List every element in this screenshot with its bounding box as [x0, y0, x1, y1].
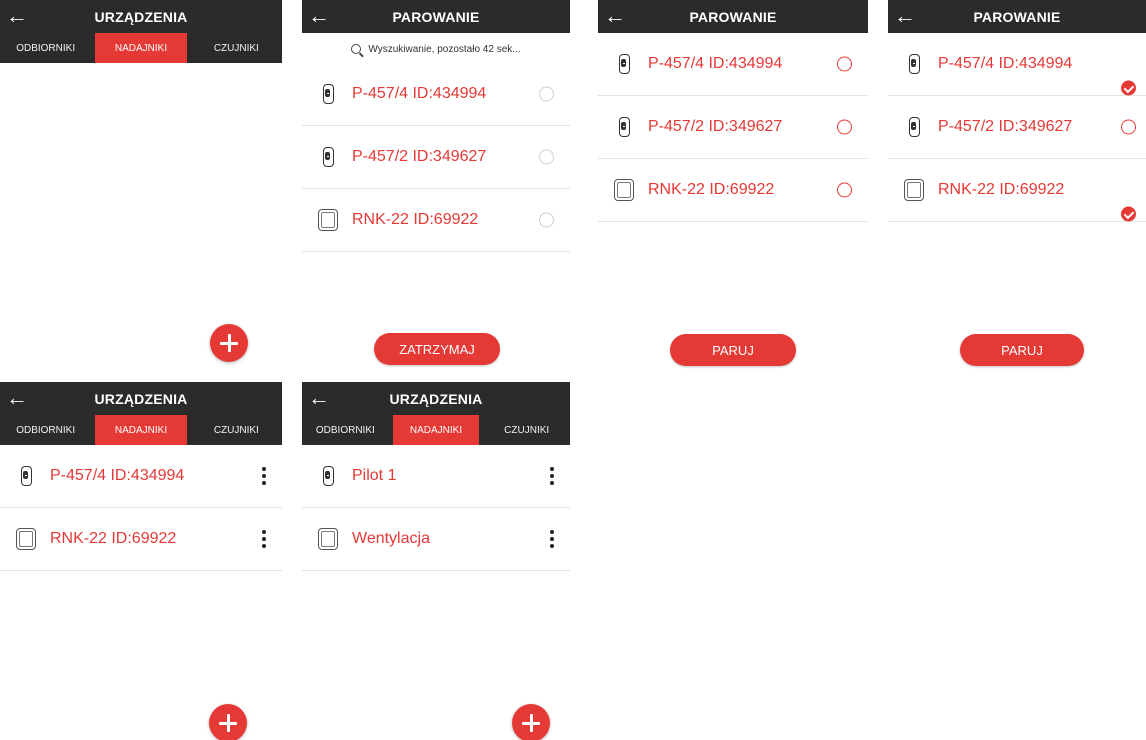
top-bar: ← URZĄDZENIA [0, 0, 282, 33]
device-label: RNK-22 ID:69922 [352, 211, 479, 228]
list-item[interactable]: P-457/4 ID:434994 [598, 33, 868, 96]
remote-control-icon [618, 117, 630, 137]
device-label: P-457/4 ID:434994 [938, 55, 1073, 72]
back-arrow-icon[interactable]: ← [894, 2, 916, 30]
stop-button[interactable]: ZATRZYMAJ [374, 333, 500, 365]
page-title: PAROWANIE [689, 8, 777, 25]
checked-icon[interactable] [1121, 80, 1136, 95]
tab-receivers[interactable]: ODBIORNIKI [0, 33, 91, 63]
list-item[interactable]: P-457/2 ID:349627 [888, 96, 1146, 159]
devices-screen-paired: ← URZĄDZENIA ODBIORNIKI NADAJNIKI CZUJNI… [0, 382, 282, 740]
tab-sensors[interactable]: CZUJNIKI [191, 415, 282, 445]
list-item[interactable]: Wentylacja [302, 508, 570, 571]
top-bar: ← PAROWANIE [302, 0, 570, 33]
add-device-button[interactable] [210, 324, 248, 362]
select-radio[interactable] [539, 149, 554, 165]
back-arrow-icon[interactable]: ← [308, 2, 330, 30]
list-item[interactable]: RNK-22 ID:69922 [888, 159, 1146, 222]
box-device-icon [16, 528, 36, 550]
remote-control-icon [908, 117, 920, 137]
back-arrow-icon[interactable]: ← [604, 2, 626, 30]
select-radio[interactable] [837, 119, 852, 135]
tab-transmitters[interactable]: NADAJNIKI [392, 415, 480, 445]
list-item[interactable]: RNK-22 ID:69922 [302, 189, 570, 252]
remote-control-icon [618, 54, 630, 74]
tab-sensors[interactable]: CZUJNIKI [483, 415, 570, 445]
back-arrow-icon[interactable]: ← [6, 384, 28, 412]
list-item[interactable]: P-457/2 ID:349627 [302, 126, 570, 189]
box-device-icon [318, 528, 338, 550]
top-bar: ← PAROWANIE [888, 0, 1146, 33]
pairing-screen-results: ← PAROWANIE P-457/4 ID:434994 P-457/2 ID… [598, 0, 868, 376]
remote-control-icon [322, 147, 334, 167]
device-label: P-457/4 ID:434994 [50, 467, 185, 484]
top-bar: ← URZĄDZENIA [0, 382, 282, 415]
tab-transmitters[interactable]: NADAJNIKI [95, 415, 187, 445]
device-label: RNK-22 ID:69922 [648, 181, 775, 198]
page-title: PAROWANIE [392, 8, 480, 25]
tab-bar: ODBIORNIKI NADAJNIKI CZUJNIKI [0, 33, 282, 63]
select-radio[interactable] [837, 56, 852, 72]
device-label: Pilot 1 [352, 467, 397, 484]
more-vertical-icon[interactable] [550, 467, 554, 485]
box-device-icon [904, 179, 924, 201]
device-label: P-457/2 ID:349627 [938, 118, 1073, 135]
box-device-icon [614, 179, 634, 201]
top-bar: ← PAROWANIE [598, 0, 868, 33]
device-label: P-457/4 ID:434994 [648, 55, 783, 72]
select-radio[interactable] [539, 86, 554, 102]
pair-button[interactable]: PARUJ [670, 334, 796, 366]
device-label: P-457/4 ID:434994 [352, 85, 487, 102]
pairing-screen-searching: ← PAROWANIE Wyszukiwanie, pozostało 42 s… [302, 0, 570, 376]
back-arrow-icon[interactable]: ← [308, 384, 330, 412]
search-icon [351, 44, 362, 54]
page-title: URZĄDZENIA [389, 390, 483, 407]
tab-bar: ODBIORNIKI NADAJNIKI CZUJNIKI [0, 415, 282, 445]
device-label: P-457/2 ID:349627 [352, 148, 487, 165]
search-status: Wyszukiwanie, pozostało 42 sek... [302, 35, 570, 63]
list-item[interactable]: RNK-22 ID:69922 [598, 159, 868, 222]
device-label: P-457/2 ID:349627 [648, 118, 783, 135]
device-label: RNK-22 ID:69922 [50, 530, 177, 547]
checked-icon[interactable] [1121, 206, 1136, 221]
remote-control-icon [322, 466, 334, 486]
remote-control-icon [20, 466, 32, 486]
add-device-button[interactable] [512, 704, 550, 740]
select-radio[interactable] [539, 212, 554, 228]
box-device-icon [318, 209, 338, 231]
page-title: URZĄDZENIA [94, 8, 188, 25]
list-item[interactable]: P-457/4 ID:434994 [888, 33, 1146, 96]
devices-screen-renamed: ← URZĄDZENIA ODBIORNIKI NADAJNIKI CZUJNI… [302, 382, 570, 740]
list-item[interactable]: P-457/2 ID:349627 [598, 96, 868, 159]
tab-transmitters[interactable]: NADAJNIKI [95, 33, 187, 63]
tab-receivers[interactable]: ODBIORNIKI [302, 415, 389, 445]
top-bar: ← URZĄDZENIA [302, 382, 570, 415]
devices-screen-empty: ← URZĄDZENIA ODBIORNIKI NADAJNIKI CZUJNI… [0, 0, 282, 376]
device-label: Wentylacja [352, 530, 430, 547]
device-label: RNK-22 ID:69922 [938, 181, 1065, 198]
pair-button[interactable]: PARUJ [960, 334, 1084, 366]
remote-control-icon [322, 84, 334, 104]
tab-receivers[interactable]: ODBIORNIKI [0, 415, 91, 445]
list-item[interactable]: RNK-22 ID:69922 [0, 508, 282, 571]
back-arrow-icon[interactable]: ← [6, 2, 28, 30]
tab-bar: ODBIORNIKI NADAJNIKI CZUJNIKI [302, 415, 570, 445]
list-item[interactable]: Pilot 1 [302, 445, 570, 508]
list-item[interactable]: P-457/4 ID:434994 [0, 445, 282, 508]
more-vertical-icon[interactable] [262, 467, 266, 485]
tab-sensors[interactable]: CZUJNIKI [191, 33, 282, 63]
more-vertical-icon[interactable] [262, 530, 266, 548]
page-title: PAROWANIE [973, 8, 1061, 25]
more-vertical-icon[interactable] [550, 530, 554, 548]
select-radio[interactable] [1121, 119, 1136, 135]
search-status-text: Wyszukiwanie, pozostało 42 sek... [368, 43, 521, 55]
page-title: URZĄDZENIA [94, 390, 188, 407]
select-radio[interactable] [837, 182, 852, 198]
remote-control-icon [908, 54, 920, 74]
pairing-screen-selected: ← PAROWANIE P-457/4 ID:434994 P-457/2 ID… [888, 0, 1146, 376]
add-device-button[interactable] [209, 704, 247, 740]
list-item[interactable]: P-457/4 ID:434994 [302, 63, 570, 126]
